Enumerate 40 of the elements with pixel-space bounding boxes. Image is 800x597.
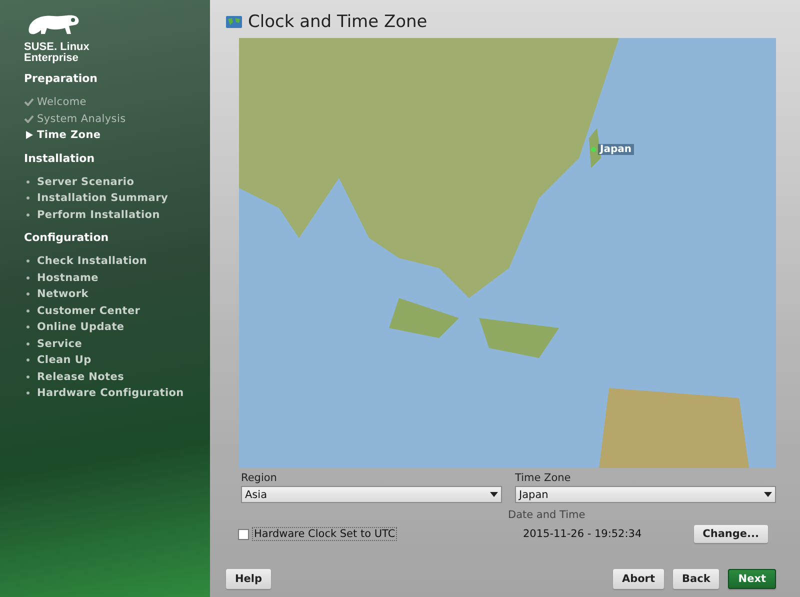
checkbox[interactable] — [238, 528, 249, 540]
field-label: Region — [241, 472, 277, 484]
location-dot — [591, 147, 596, 152]
step-label: Clean Up — [37, 354, 92, 366]
action-button[interactable]: Abort — [612, 569, 664, 589]
step-label: Online Update — [37, 321, 124, 334]
step-label: Network — [37, 288, 88, 300]
step-label: System Analysis — [37, 112, 126, 125]
step-label: Customer Center — [37, 304, 140, 317]
map-label: Japan — [598, 144, 634, 155]
action-button[interactable]: Back — [673, 569, 720, 589]
action-button[interactable]: Help — [226, 569, 272, 589]
step-label: Server Scenario — [37, 176, 134, 188]
section-heading: Installation — [24, 152, 95, 164]
step-label: Release Notes — [37, 370, 124, 383]
step-label: Hardware Configuration — [37, 387, 184, 400]
step-label: Installation Summary — [37, 192, 168, 204]
step-label: Perform Installation — [37, 208, 160, 221]
brand-name: SUSE. Linux — [24, 42, 90, 53]
dropdown-arrow-icon — [490, 492, 498, 497]
next-button[interactable]: Next — [728, 569, 776, 589]
change-button[interactable]: Change... — [694, 525, 768, 543]
date-time-label: Date and Time — [508, 509, 586, 521]
section-heading: Preparation — [24, 72, 98, 85]
section-heading: Configuration — [24, 231, 109, 244]
step-label: Hostname — [37, 272, 98, 284]
triangle-icon — [24, 131, 34, 140]
region-dropdown[interactable]: Asia — [241, 486, 502, 503]
field-label: Time Zone — [515, 472, 571, 484]
brand-name: Enterprise — [24, 53, 80, 64]
dropdown-arrow-icon — [764, 492, 772, 497]
world-map-icon — [226, 16, 242, 28]
step-label: Welcome — [37, 96, 86, 108]
time-zone-dropdown[interactable]: Japan — [515, 486, 776, 503]
window-title: Clock and Time Zone — [248, 12, 428, 32]
step-label: Time Zone — [37, 129, 101, 142]
date-time-value: 2015-11-26 - 19:52:34 — [522, 528, 642, 540]
checkbox-label[interactable]: Hardware Clock Set to UTC — [252, 527, 398, 541]
step-label: Service — [37, 338, 82, 350]
step-label: Check Installation — [37, 255, 148, 268]
